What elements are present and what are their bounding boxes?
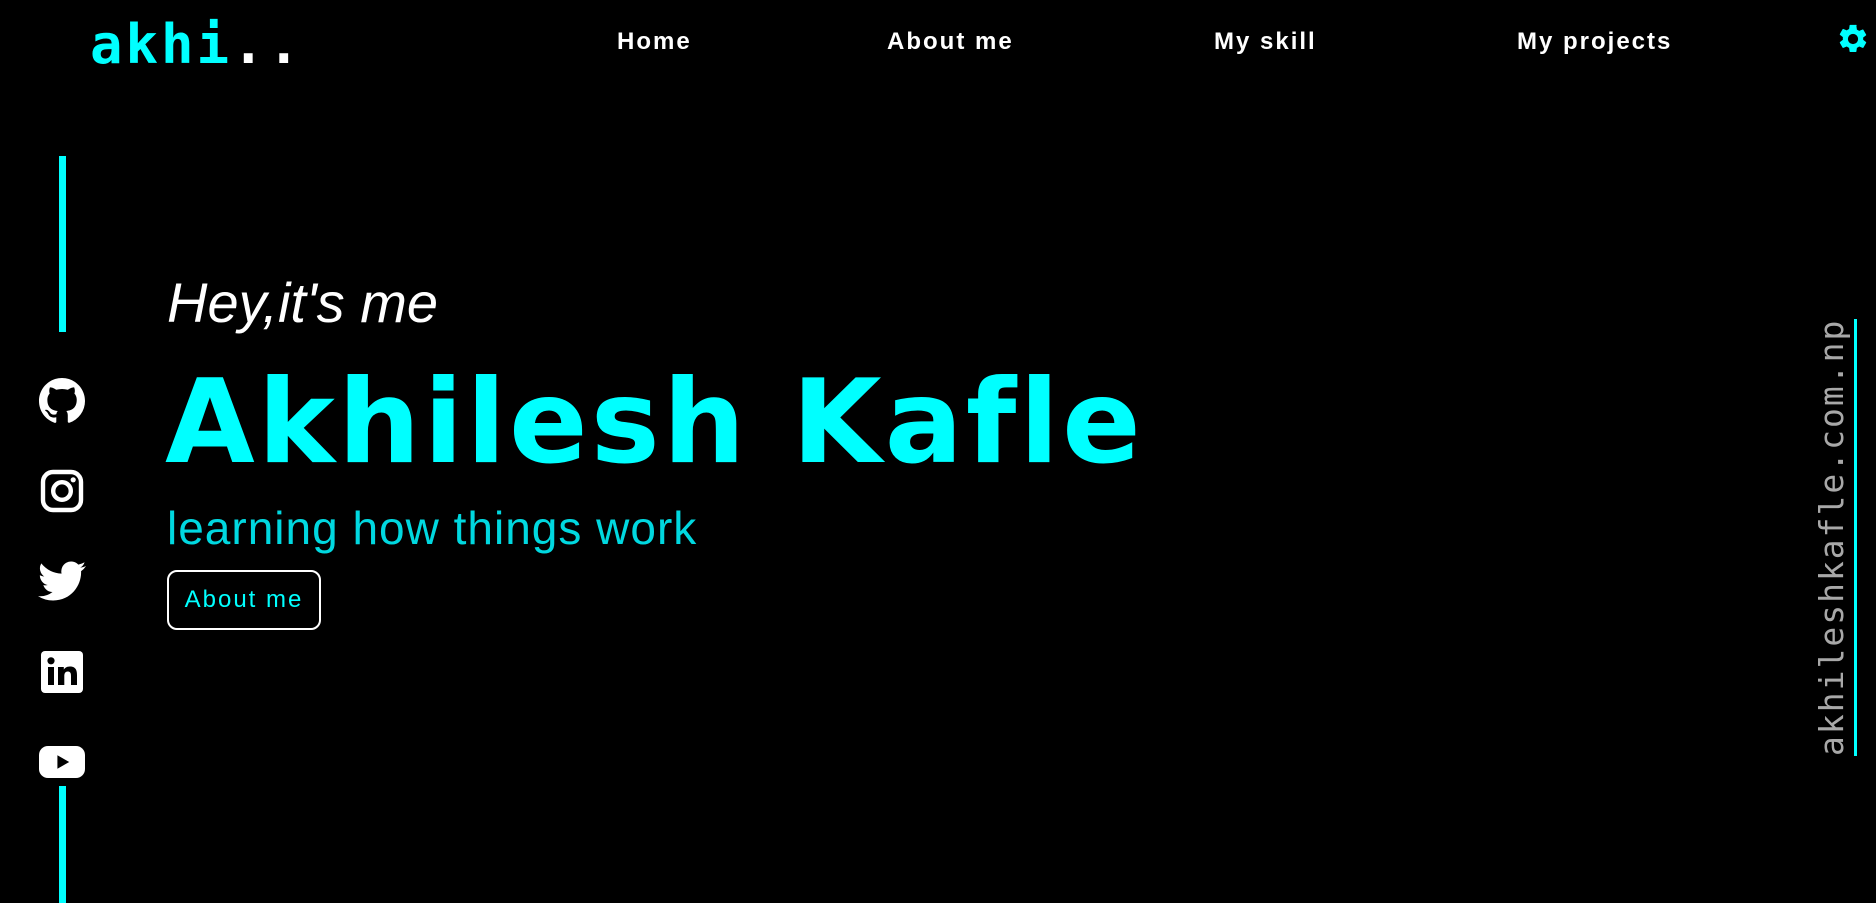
github-icon [39,378,85,423]
linkedin-link[interactable] [38,648,86,696]
instagram-link[interactable] [38,467,86,515]
instagram-icon [40,469,84,513]
hero-tagline: learning how things work [167,502,698,554]
nav-about-link[interactable]: About me [887,28,1014,56]
about-me-button[interactable]: About me [167,570,321,630]
logo-dots: .. [232,13,304,76]
social-rail-bottom-line [59,786,66,903]
linkedin-icon [41,651,83,693]
email-link[interactable]: akhileshkafle.com.np [1812,318,1857,756]
nav-projects-link[interactable]: My projects [1517,28,1672,56]
gear-icon [1839,24,1867,53]
social-rail-top-line [59,156,66,332]
hero-greeting: Hey,it's me [167,271,439,334]
hero-name: Akhilesh Kafle [165,355,1144,490]
twitter-icon [38,561,86,601]
github-link[interactable] [38,377,86,425]
youtube-icon [39,746,85,778]
settings-button[interactable] [1836,22,1870,56]
nav-skill-link[interactable]: My skill [1214,28,1317,56]
site-logo[interactable]: akhi.. [90,10,303,80]
email-sidebar: akhileshkafle.com.np [1784,316,1857,778]
nav-home-link[interactable]: Home [617,28,692,56]
youtube-link[interactable] [38,738,86,786]
logo-text: akhi [90,13,233,76]
twitter-link[interactable] [38,557,86,605]
page: akhi.. Home About me My skill My project… [0,0,1876,903]
